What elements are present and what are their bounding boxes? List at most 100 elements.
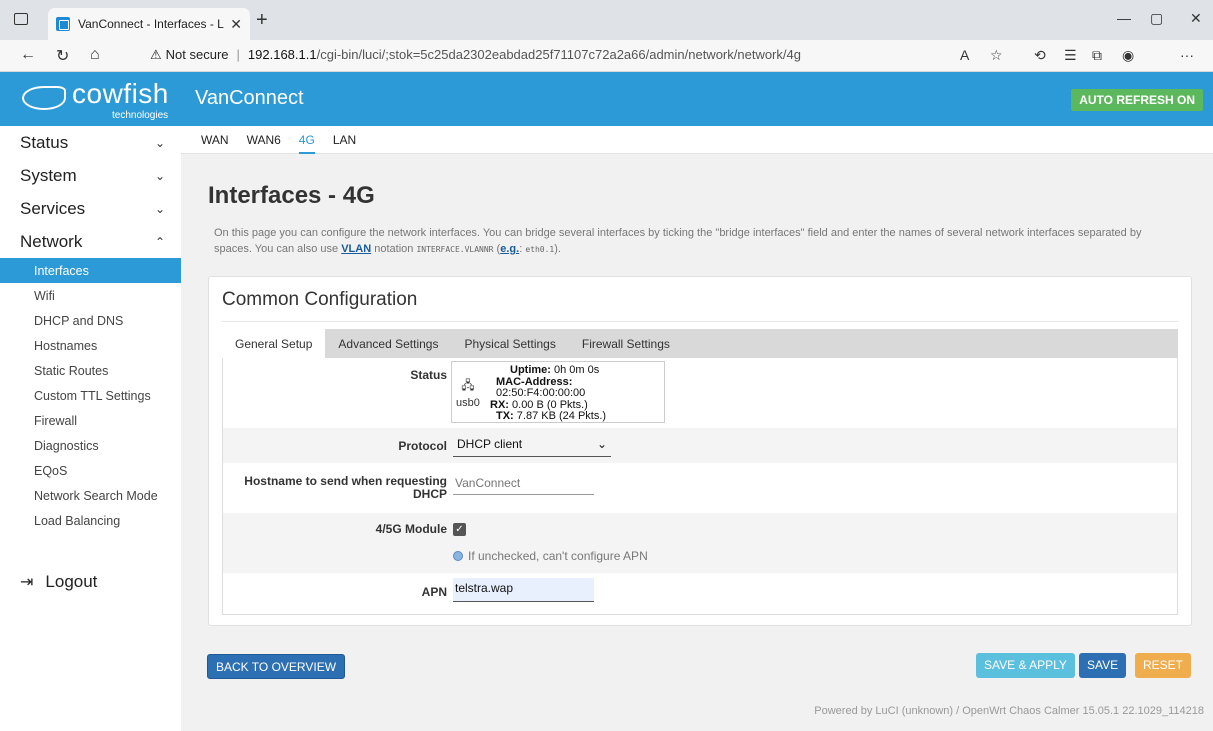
warning-icon[interactable]: ⚠ xyxy=(150,47,162,62)
security-label[interactable]: Not secure xyxy=(166,47,229,62)
protocol-select[interactable]: DHCP client ⌄ xyxy=(453,432,611,457)
tab-lan[interactable]: LAN xyxy=(333,126,356,154)
tab-4g[interactable]: 4G xyxy=(298,126,315,154)
menu-services[interactable]: Services ⌄ xyxy=(0,192,181,225)
brand-name: cowfish xyxy=(72,78,169,109)
sidebar-item-static-routes[interactable]: Static Routes xyxy=(0,358,181,383)
tab-general-setup[interactable]: General Setup xyxy=(222,329,326,358)
minimize-icon[interactable]: — xyxy=(1117,10,1131,26)
read-aloud-icon[interactable]: A xyxy=(960,47,969,63)
sidebar-item-network-search-mode[interactable]: Network Search Mode xyxy=(0,483,181,508)
url-field[interactable]: ⚠ Not secure | 192.168.1.1/cgi-bin/luci/;st… xyxy=(150,47,801,63)
app-name[interactable]: VanConnect xyxy=(195,87,304,110)
url-host: 192.168.1.1 xyxy=(247,47,317,62)
browser-tabbar: VanConnect - Interfaces - LuCI ✕ + — ▢ ✕ xyxy=(0,0,1213,40)
sidebar-item-firewall[interactable]: Firewall xyxy=(0,408,181,433)
module-checkbox[interactable]: ✓ xyxy=(453,523,466,536)
apn-row: APN telstra.wap xyxy=(223,573,1177,613)
new-tab-icon[interactable]: + xyxy=(256,10,268,30)
sidebar-item-load-balancing[interactable]: Load Balancing xyxy=(0,508,181,533)
cowfish-logo[interactable]: cowfish technologies xyxy=(22,78,182,121)
tab-advanced-settings[interactable]: Advanced Settings xyxy=(325,329,451,358)
browser-tab[interactable]: VanConnect - Interfaces - LuCI ✕ xyxy=(48,8,250,40)
module-label: 4/5G Module xyxy=(375,522,447,536)
menu-status[interactable]: Status ⌄ xyxy=(0,126,181,159)
divider xyxy=(222,321,1178,322)
menu-network[interactable]: Network ⌃ xyxy=(0,225,181,258)
auto-refresh-badge[interactable]: AUTO REFRESH ON xyxy=(1071,89,1203,111)
status-stats: Uptime: 0h 0m 0s MAC-Address: 02:50:F4:0… xyxy=(490,364,664,423)
sidebar-item-hostnames[interactable]: Hostnames xyxy=(0,333,181,358)
general-setup-form: Status 🖧 usb0 Uptime: 0h 0m 0s MAC-Addre… xyxy=(222,358,1178,615)
address-bar: ← ↻ ⌂ ⚠ Not secure | 192.168.1.1/cgi-bin/lu… xyxy=(0,40,1213,72)
sidebar-item-interfaces[interactable]: Interfaces xyxy=(0,258,181,283)
network-device-icon: 🖧 xyxy=(461,378,475,392)
module-hint: If unchecked, can't configure APN xyxy=(453,549,648,563)
sidebar-item-custom-ttl[interactable]: Custom TTL Settings xyxy=(0,383,181,408)
menu-system[interactable]: System ⌄ xyxy=(0,159,181,192)
tx-value: 7.87 KB (24 Pkts.) xyxy=(516,410,607,422)
chevron-up-icon: ⌃ xyxy=(154,234,165,249)
rx-value: 0.00 B (0 Pkts.) xyxy=(512,398,588,411)
save-button[interactable]: SAVE xyxy=(1079,653,1127,678)
logout-button[interactable]: ⇥ Logout xyxy=(20,572,97,592)
extensions-icon[interactable]: ⟲ xyxy=(1034,47,1046,64)
tab-wan6[interactable]: WAN6 xyxy=(247,126,281,154)
save-apply-button[interactable]: SAVE & APPLY xyxy=(976,653,1075,678)
sidebar-item-eqos[interactable]: EQoS xyxy=(0,458,181,483)
close-tab-icon[interactable]: ✕ xyxy=(230,16,242,33)
home-icon[interactable]: ⌂ xyxy=(90,46,100,64)
desc-text-5: ). xyxy=(554,243,561,255)
apn-input[interactable]: telstra.wap xyxy=(453,578,594,602)
protocol-row: Protocol DHCP client ⌄ xyxy=(223,428,1177,463)
mac-key: MAC-Address: xyxy=(496,375,573,388)
hostname-label-line1: Hostname to send when requesting xyxy=(244,474,447,488)
reload-icon[interactable]: ↻ xyxy=(56,46,69,66)
tab-actions-icon[interactable] xyxy=(14,13,28,25)
sidebar-item-dhcp-dns[interactable]: DHCP and DNS xyxy=(0,308,181,333)
sidebar: Status ⌄ System ⌄ Services ⌄ Network ⌃ I… xyxy=(0,126,181,731)
collections-icon[interactable]: ⧉ xyxy=(1092,47,1102,64)
tab-firewall-settings[interactable]: Firewall Settings xyxy=(569,329,683,358)
status-box: 🖧 usb0 Uptime: 0h 0m 0s MAC-Address: 02:… xyxy=(451,361,665,423)
logout-label: Logout xyxy=(45,572,98,591)
status-label: Status xyxy=(410,368,447,382)
chevron-down-icon: ⌄ xyxy=(154,168,165,183)
browser-tab-title: VanConnect - Interfaces - LuCI xyxy=(78,17,224,31)
fish-icon xyxy=(22,86,66,110)
module-row: 4/5G Module ✓ If unchecked, can't config… xyxy=(223,513,1177,573)
tab-wan[interactable]: WAN xyxy=(201,126,229,154)
eg-link[interactable]: e.g. xyxy=(500,243,519,255)
tab-physical-settings[interactable]: Physical Settings xyxy=(451,329,568,358)
back-icon[interactable]: ← xyxy=(20,46,36,64)
favorites-icon[interactable]: ☰ xyxy=(1064,47,1077,64)
page-title: Interfaces - 4G xyxy=(208,182,375,209)
rx-key: RX: xyxy=(490,398,509,411)
back-to-overview-button[interactable]: BACK TO OVERVIEW xyxy=(207,654,346,679)
menu-network-label: Network xyxy=(20,231,83,251)
page-description: On this page you can configure the netwo… xyxy=(214,225,1174,258)
hostname-label: Hostname to send when requesting DHCP xyxy=(244,475,447,501)
hostname-input[interactable] xyxy=(453,471,594,495)
desc-code-1: INTERFACE.VLANNR xyxy=(416,245,494,254)
interface-tabs: WAN WAN6 4G LAN xyxy=(181,126,1213,154)
more-icon[interactable]: ··· xyxy=(1180,47,1194,63)
logout-icon: ⇥ xyxy=(20,574,34,591)
reset-button[interactable]: RESET xyxy=(1135,653,1192,678)
info-icon xyxy=(453,551,463,561)
panel-title: Common Configuration xyxy=(222,289,418,310)
module-hint-text: If unchecked, can't configure APN xyxy=(468,549,648,563)
chevron-down-icon: ⌄ xyxy=(154,135,165,150)
hostname-row: Hostname to send when requesting DHCP xyxy=(223,463,1177,513)
device-name: usb0 xyxy=(456,397,480,409)
vlan-link[interactable]: VLAN xyxy=(341,243,371,255)
sidebar-item-diagnostics[interactable]: Diagnostics xyxy=(0,433,181,458)
config-tabs: General Setup Advanced Settings Physical… xyxy=(222,329,1178,358)
close-window-icon[interactable]: ✕ xyxy=(1190,10,1202,27)
brand-tag: technologies xyxy=(112,110,169,121)
url-path: /cgi-bin/luci/;stok=5c25da2302eabdad25f7… xyxy=(316,47,801,62)
maximize-icon[interactable]: ▢ xyxy=(1150,10,1163,27)
profile-icon[interactable]: ◉ xyxy=(1122,47,1134,64)
sidebar-item-wifi[interactable]: Wifi xyxy=(0,283,181,308)
favorite-icon[interactable]: ☆ xyxy=(990,47,1003,64)
